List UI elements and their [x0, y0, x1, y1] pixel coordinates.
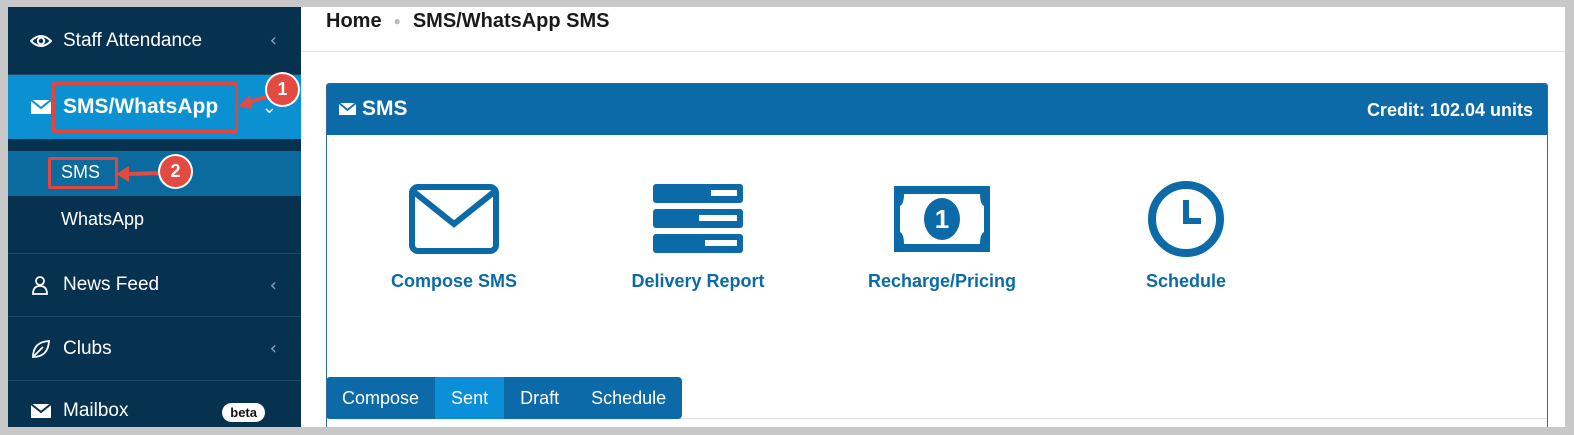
- annotation-arrow-2: [116, 166, 165, 182]
- envelope-icon: [344, 179, 564, 259]
- clock-icon: [1076, 179, 1296, 259]
- tile-label: Recharge/Pricing: [867, 271, 1017, 291]
- delivery-report-tile[interactable]: Delivery Report: [588, 179, 808, 292]
- sidebar: Staff Attendance ‹ SMS/WhatsApp ⌄ SMS Wh…: [8, 7, 301, 427]
- tab-sent[interactable]: Sent: [435, 377, 505, 419]
- breadcrumb-separator: ●: [393, 14, 401, 28]
- leaf-icon: [30, 338, 52, 360]
- users-icon: [30, 274, 52, 296]
- envelope-icon: [30, 400, 52, 422]
- breadcrumb: Home ● SMS/WhatsApp SMS: [326, 7, 610, 35]
- annotation-step-1: 1: [267, 74, 298, 105]
- app-frame: Staff Attendance ‹ SMS/WhatsApp ⌄ SMS Wh…: [8, 7, 1565, 427]
- schedule-tile[interactable]: Schedule: [1076, 179, 1296, 292]
- report-list-icon: [588, 179, 808, 259]
- sidebar-subitem-label: WhatsApp: [61, 209, 145, 229]
- sidebar-subitem-whatsapp[interactable]: WhatsApp: [8, 197, 301, 252]
- tab-draft[interactable]: Draft: [504, 377, 575, 419]
- panel-title-text: SMS: [362, 97, 408, 120]
- tile-label: Schedule: [1145, 271, 1227, 291]
- panel-title: SMS: [338, 97, 408, 121]
- breadcrumb-home-link[interactable]: Home: [326, 10, 382, 33]
- chevron-left-icon: ‹: [269, 274, 277, 296]
- panel-header: SMS Credit: 102.04 units: [327, 84, 1547, 135]
- sidebar-item-mailbox[interactable]: Mailbox beta: [8, 381, 301, 427]
- sidebar-item-label: Mailbox: [63, 400, 129, 421]
- recharge-pricing-tile[interactable]: 1 Recharge/Pricing: [832, 179, 1052, 292]
- sidebar-item-label: Clubs: [63, 337, 112, 359]
- sidebar-item-label: News Feed: [63, 274, 160, 295]
- annotation-highlight-sms-whatsapp: [52, 82, 238, 133]
- beta-badge: beta: [222, 403, 265, 422]
- sidebar-item-label: Staff Attendance: [63, 29, 203, 51]
- tile-label: Compose SMS: [390, 271, 518, 291]
- tab-schedule[interactable]: Schedule: [575, 377, 682, 419]
- envelope-icon: [30, 96, 52, 118]
- annotation-highlight-sms: [48, 157, 118, 189]
- annotation-step-2: 2: [160, 156, 191, 187]
- sidebar-item-news-feed[interactable]: News Feed ‹: [8, 253, 301, 317]
- chevron-left-icon: ‹: [269, 30, 277, 51]
- envelope-icon: [338, 97, 357, 121]
- sidebar-item-staff-attendance[interactable]: Staff Attendance ‹: [8, 7, 301, 75]
- sms-panel: SMS Credit: 102.04 units Compose SMS Del…: [326, 83, 1548, 427]
- divider: [301, 51, 1565, 52]
- credit-balance: Credit: 102.04 units: [1366, 100, 1533, 120]
- sidebar-item-clubs[interactable]: Clubs ‹: [8, 317, 301, 381]
- breadcrumb-current: SMS/WhatsApp SMS: [412, 9, 610, 32]
- money-icon: 1: [832, 179, 1052, 259]
- eye-icon: [30, 30, 52, 52]
- svg-text:1: 1: [935, 204, 949, 234]
- sms-tabs: Compose Sent Draft Schedule: [327, 377, 683, 419]
- tile-label: Delivery Report: [631, 271, 765, 291]
- compose-sms-tile[interactable]: Compose SMS: [344, 179, 564, 292]
- tab-compose[interactable]: Compose: [327, 377, 435, 419]
- chevron-left-icon: ‹: [269, 338, 277, 359]
